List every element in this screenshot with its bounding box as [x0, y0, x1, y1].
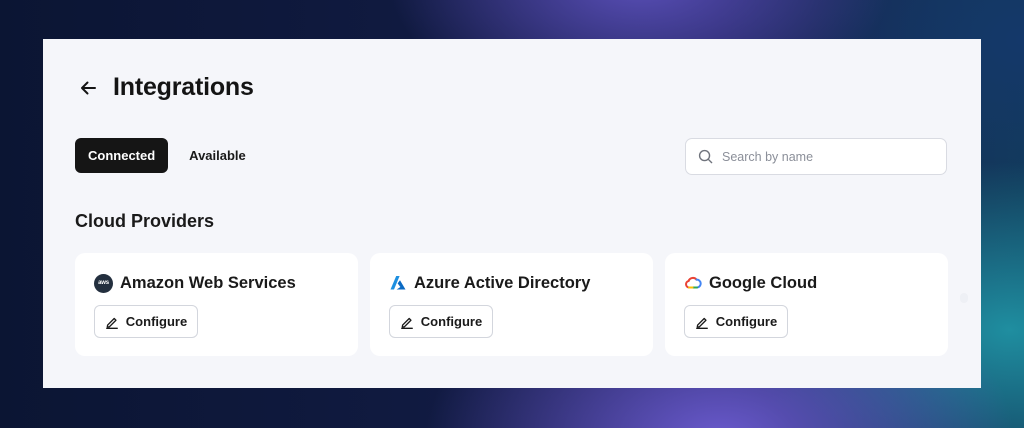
- provider-card-google-cloud: Google Cloud Configure: [665, 253, 948, 356]
- integrations-panel: Integrations Connected Available Cloud P…: [43, 39, 981, 388]
- provider-card-aws: aws Amazon Web Services Configure: [75, 253, 358, 356]
- aws-logo-icon: aws: [94, 273, 113, 293]
- card-header: Google Cloud: [684, 272, 948, 294]
- card-header: Azure Active Directory: [389, 272, 653, 294]
- provider-name: Azure Active Directory: [414, 273, 591, 292]
- configure-button-azure[interactable]: Configure: [389, 305, 493, 338]
- pencil-icon: [105, 317, 118, 329]
- search-input[interactable]: [720, 148, 934, 165]
- page-header: Integrations: [77, 73, 254, 102]
- card-header: aws Amazon Web Services: [94, 272, 358, 294]
- provider-card-azure: Azure Active Directory Configure: [370, 253, 653, 356]
- back-button[interactable]: [77, 77, 99, 99]
- tab-available[interactable]: Available: [176, 138, 259, 173]
- scroll-indicator[interactable]: [960, 293, 968, 303]
- google-cloud-logo-icon: [685, 276, 702, 289]
- tab-connected[interactable]: Connected: [75, 138, 169, 173]
- azure-logo-icon: [390, 276, 406, 290]
- tab-bar: Connected Available: [75, 138, 259, 173]
- arrow-left-icon: [81, 81, 96, 94]
- pencil-icon: [400, 317, 413, 329]
- provider-cards: aws Amazon Web Services Configure Azure …: [75, 253, 948, 356]
- pencil-icon: [695, 317, 708, 329]
- page-title: Integrations: [113, 73, 254, 101]
- section-title: Cloud Providers: [75, 211, 215, 231]
- search-box[interactable]: [685, 138, 947, 175]
- configure-label: Configure: [715, 314, 778, 329]
- provider-name: Amazon Web Services: [120, 273, 296, 292]
- configure-button-google-cloud[interactable]: Configure: [684, 305, 788, 338]
- configure-button-aws[interactable]: Configure: [94, 305, 198, 338]
- search-icon: [698, 149, 713, 164]
- provider-name: Google Cloud: [709, 273, 818, 292]
- configure-label: Configure: [125, 314, 188, 329]
- configure-label: Configure: [420, 314, 483, 329]
